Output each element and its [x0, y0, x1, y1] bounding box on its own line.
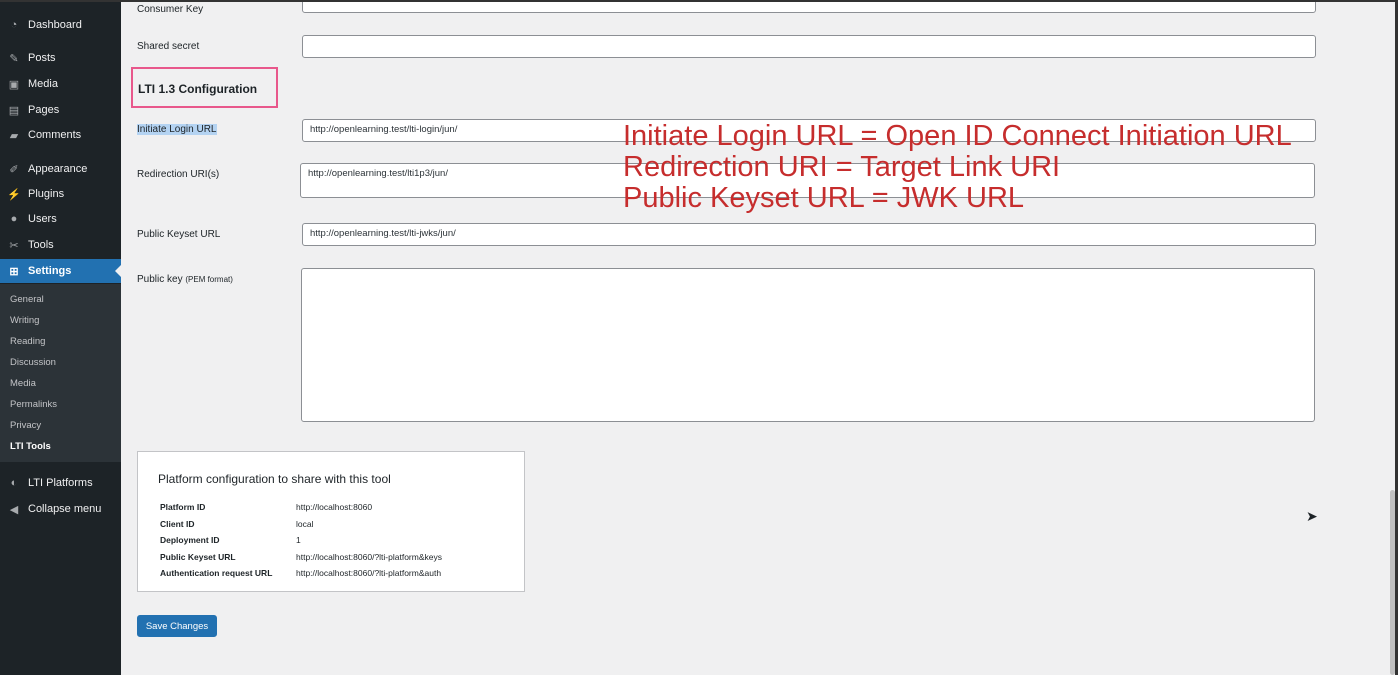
public-key-label: Public key — [137, 274, 183, 285]
row-value: http://localhost:8060 — [296, 502, 373, 512]
submenu-discussion[interactable]: Discussion — [10, 357, 56, 368]
plugins-icon: ⚡ — [7, 188, 21, 201]
row-value: local — [296, 518, 314, 529]
settings-submenu: General Writing Reading Discussion Media… — [0, 284, 121, 462]
platform-config-row: Authentication request URL http://localho… — [160, 568, 441, 578]
window-border-top — [0, 0, 1398, 2]
menu-item-lti-platforms[interactable]: ◐ LTI Platforms — [0, 471, 121, 495]
menu-item-appearance[interactable]: ✐ Appearance — [0, 157, 121, 181]
platform-config-row: Deployment ID 1 — [160, 535, 301, 545]
menu-item-label: Collapse menu — [28, 503, 102, 515]
menu-item-collapse-menu[interactable]: ◀ Collapse menu — [0, 497, 121, 521]
public-key-hint: (PEM format) — [185, 275, 233, 284]
row-key: Client ID — [160, 518, 195, 529]
platform-config-row: Platform ID http://localhost:8060 — [160, 502, 372, 512]
menu-item-media[interactable]: ▣ Media — [0, 72, 121, 96]
pin-icon: ✎ — [9, 52, 19, 65]
annotation-line: Initiate Login URL = Open ID Connect Ini… — [623, 120, 1292, 152]
menu-item-label: Tools — [28, 239, 54, 251]
mouse-cursor-icon: ➤ — [1306, 508, 1318, 524]
row-key: Authentication request URL — [160, 568, 273, 578]
row-value: 1 — [296, 535, 301, 545]
menu-item-pages[interactable]: ▤ Pages — [0, 98, 121, 122]
menu-item-label: Plugins — [28, 188, 65, 200]
appearance-icon: ✐ — [9, 163, 19, 176]
settings-icon: ⊞ — [9, 265, 19, 278]
row-value: http://localhost:8060/?lti-platform&auth — [296, 568, 442, 578]
shared-secret-input[interactable] — [302, 35, 1316, 58]
save-changes-button[interactable]: Save Changes — [137, 615, 217, 637]
pages-icon: ▤ — [8, 104, 20, 117]
menu-item-label: Dashboard — [28, 19, 82, 31]
menu-item-dashboard[interactable]: ◔ Dashboard — [0, 13, 121, 37]
platform-config-row: Client ID local — [160, 519, 313, 529]
redirection-uri-label: Redirection URI(s) — [137, 169, 220, 180]
platform-config-title: Platform configuration to share with thi… — [158, 472, 391, 486]
menu-item-label: Settings — [28, 265, 72, 277]
keyset-url-input[interactable]: http://openlearning.test/lti-jwks/jun/ — [302, 223, 1316, 246]
menu-item-comments[interactable]: ▰ Comments — [0, 123, 121, 147]
menu-item-label: Pages — [28, 104, 60, 116]
submenu-permalinks[interactable]: Permalinks — [10, 399, 57, 410]
menu-item-label: Users — [28, 213, 57, 225]
media-icon: ▣ — [8, 78, 20, 91]
submenu-lti-tools[interactable]: LTI Tools — [10, 441, 51, 452]
menu-item-settings[interactable]: ⊞ Settings — [0, 259, 121, 283]
annotation-line: Public Keyset URL = JWK URL — [623, 182, 1025, 214]
shared-secret-label: Shared secret — [137, 41, 200, 52]
platform-config-panel: Platform configuration to share with thi… — [137, 451, 525, 592]
consumer-key-label: Consumer Key — [137, 4, 204, 15]
menu-item-users[interactable]: ● Users — [0, 207, 121, 231]
submenu-privacy[interactable]: Privacy — [10, 420, 41, 431]
menu-item-label: Appearance — [28, 163, 88, 175]
submenu-writing[interactable]: Writing — [10, 315, 39, 326]
collapse-icon: ◀ — [9, 503, 19, 516]
comments-icon: ▰ — [9, 129, 19, 142]
platform-config-row: Public Keyset URL http://localhost:8060/?… — [160, 552, 442, 562]
annotation-line: Redirection URI = Target Link URI — [623, 151, 1061, 183]
row-key: Platform ID — [160, 502, 206, 512]
submenu-reading[interactable]: Reading — [10, 336, 45, 347]
keyset-url-label: Public Keyset URL — [137, 229, 221, 240]
row-key: Public Keyset URL — [160, 551, 236, 562]
public-key-textarea[interactable] — [301, 268, 1315, 422]
section-highlight-box: LTI 1.3 Configuration — [131, 67, 278, 108]
row-value: http://localhost:8060/?lti-platform&keys — [296, 551, 442, 562]
lti-platforms-icon: ◐ — [10, 477, 18, 489]
row-key: Deployment ID — [160, 535, 220, 545]
menu-item-label: Posts — [28, 52, 56, 64]
submenu-general[interactable]: General — [10, 294, 44, 305]
menu-item-plugins[interactable]: ⚡ Plugins — [0, 182, 121, 206]
menu-item-label: LTI Platforms — [28, 477, 93, 489]
submenu-media[interactable]: Media — [10, 378, 36, 389]
menu-item-posts[interactable]: ✎ Posts — [0, 46, 121, 70]
admin-sidebar: General Writing Reading Discussion Media… — [0, 0, 121, 675]
dashboard-icon: ◔ — [10, 19, 18, 31]
tools-icon: ✂ — [9, 239, 19, 252]
menu-item-label: Media — [28, 78, 58, 90]
annotation-overlay: Initiate Login URL = Open ID Connect Ini… — [623, 121, 1292, 214]
menu-item-tools[interactable]: ✂ Tools — [0, 233, 121, 257]
section-title: LTI 1.3 Configuration — [138, 82, 258, 96]
menu-item-label: Comments — [28, 129, 82, 141]
users-icon: ● — [10, 213, 18, 225]
login-url-label: Initiate Login URL — [137, 124, 217, 135]
